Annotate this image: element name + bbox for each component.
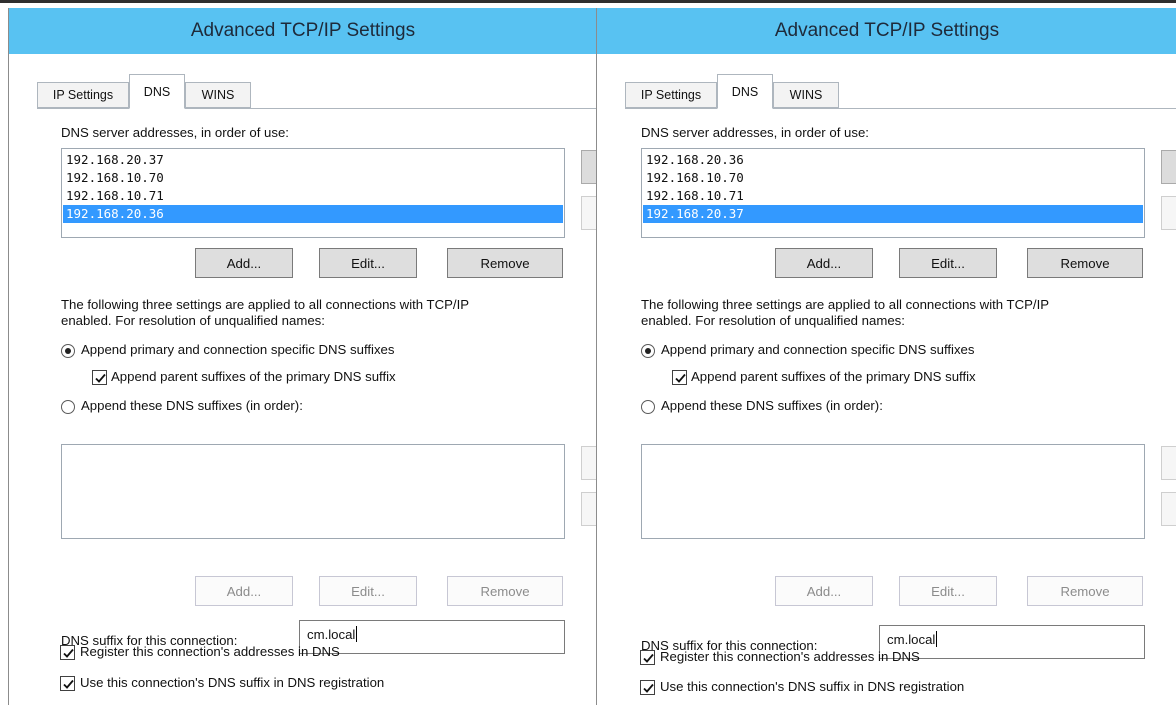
add-suffix-button[interactable]: Add... (775, 576, 873, 606)
remove-suffix-button[interactable]: Remove (447, 576, 563, 606)
tab-dns[interactable]: DNS (129, 74, 185, 109)
dns-server-list[interactable]: 192.168.20.36 192.168.10.70 192.168.10.7… (641, 148, 1145, 238)
checkmark-icon (643, 653, 654, 663)
radio-append-primary-label: Append primary and connection specific D… (81, 342, 395, 357)
checkbox-use-suffix-label: Use this connection's DNS suffix in DNS … (660, 679, 965, 694)
suffix-down-button[interactable] (581, 492, 597, 526)
info-text-line1: The following three settings are applied… (641, 297, 1050, 312)
checkbox-register-dns[interactable] (60, 645, 75, 660)
dns-server-item[interactable]: 192.168.10.71 (63, 187, 563, 205)
tab-wins[interactable]: WINS (185, 82, 251, 108)
tab-ip-settings[interactable]: IP Settings (37, 82, 129, 108)
checkmark-icon (675, 373, 686, 383)
dns-suffix-list[interactable] (641, 444, 1145, 539)
checkbox-append-parent[interactable] (92, 370, 107, 385)
dns-server-list[interactable]: 192.168.20.37 192.168.10.70 192.168.10.7… (61, 148, 565, 238)
dns-servers-label: DNS server addresses, in order of use: (61, 125, 289, 140)
suffix-up-button[interactable] (581, 446, 597, 480)
tab-ip-settings[interactable]: IP Settings (625, 82, 717, 108)
info-text-line1: The following three settings are applied… (61, 297, 470, 312)
checkmark-icon (643, 683, 654, 693)
edit-suffix-button[interactable]: Edit... (319, 576, 417, 606)
edit-server-button[interactable]: Edit... (899, 248, 997, 278)
dns-server-item[interactable]: 192.168.10.70 (63, 169, 563, 187)
info-text-line2: enabled. For resolution of unqualified n… (61, 313, 325, 328)
edit-suffix-button[interactable]: Edit... (899, 576, 997, 606)
dns-server-item[interactable]: 192.168.10.71 (643, 187, 1143, 205)
move-down-button[interactable] (581, 196, 597, 230)
move-up-button[interactable] (1161, 150, 1176, 184)
move-up-button[interactable] (581, 150, 597, 184)
dns-server-item[interactable]: 192.168.20.37 (63, 151, 563, 169)
add-server-button[interactable]: Add... (775, 248, 873, 278)
dns-server-item-selected[interactable]: 192.168.20.37 (643, 205, 1143, 223)
checkbox-use-suffix[interactable] (60, 676, 75, 691)
remove-suffix-button[interactable]: Remove (1027, 576, 1143, 606)
dns-suffix-value: cm.local (887, 632, 936, 647)
suffix-up-button[interactable] (1161, 446, 1176, 480)
checkbox-register-dns-label: Register this connection's addresses in … (660, 649, 920, 664)
tab-wins[interactable]: WINS (773, 82, 839, 108)
dialog-title: Advanced TCP/IP Settings (597, 8, 1176, 54)
remove-server-button[interactable]: Remove (447, 248, 563, 278)
info-text-line2: enabled. For resolution of unqualified n… (641, 313, 905, 328)
add-server-button[interactable]: Add... (195, 248, 293, 278)
dialog-title: Advanced TCP/IP Settings (9, 8, 597, 54)
add-suffix-button[interactable]: Add... (195, 576, 293, 606)
radio-append-primary[interactable] (641, 344, 655, 358)
checkbox-use-suffix-label: Use this connection's DNS suffix in DNS … (80, 675, 385, 690)
suffix-down-button[interactable] (1161, 492, 1176, 526)
remove-server-button[interactable]: Remove (1027, 248, 1143, 278)
checkmark-icon (63, 679, 74, 689)
top-edge (0, 0, 1176, 8)
checkmark-icon (63, 648, 74, 658)
checkbox-append-parent[interactable] (672, 370, 687, 385)
checkbox-register-dns-label: Register this connection's addresses in … (80, 644, 340, 659)
dns-suffix-list[interactable] (61, 444, 565, 539)
radio-append-these-label: Append these DNS suffixes (in order): (661, 398, 883, 413)
dns-suffix-value: cm.local (307, 627, 356, 642)
dialog-left: Advanced TCP/IP Settings IP Settings DNS… (8, 8, 597, 705)
dns-server-item[interactable]: 192.168.10.70 (643, 169, 1143, 187)
radio-append-primary-label: Append primary and connection specific D… (661, 342, 975, 357)
tab-strip: IP Settings DNS WINS (625, 72, 1176, 110)
checkbox-append-parent-label: Append parent suffixes of the primary DN… (111, 369, 396, 384)
dns-servers-label: DNS server addresses, in order of use: (641, 125, 869, 140)
radio-append-these-label: Append these DNS suffixes (in order): (81, 398, 303, 413)
checkmark-icon (95, 373, 106, 383)
tab-dns[interactable]: DNS (717, 74, 773, 109)
checkbox-append-parent-label: Append parent suffixes of the primary DN… (691, 369, 976, 384)
checkbox-register-dns[interactable] (640, 650, 655, 665)
dialog-right: Advanced TCP/IP Settings IP Settings DNS… (596, 8, 1176, 705)
checkbox-use-suffix[interactable] (640, 680, 655, 695)
edit-server-button[interactable]: Edit... (319, 248, 417, 278)
move-down-button[interactable] (1161, 196, 1176, 230)
radio-append-these[interactable] (61, 400, 75, 414)
tab-strip: IP Settings DNS WINS (37, 72, 597, 110)
dns-server-item-selected[interactable]: 192.168.20.36 (63, 205, 563, 223)
radio-append-primary[interactable] (61, 344, 75, 358)
dns-server-item[interactable]: 192.168.20.36 (643, 151, 1143, 169)
radio-append-these[interactable] (641, 400, 655, 414)
